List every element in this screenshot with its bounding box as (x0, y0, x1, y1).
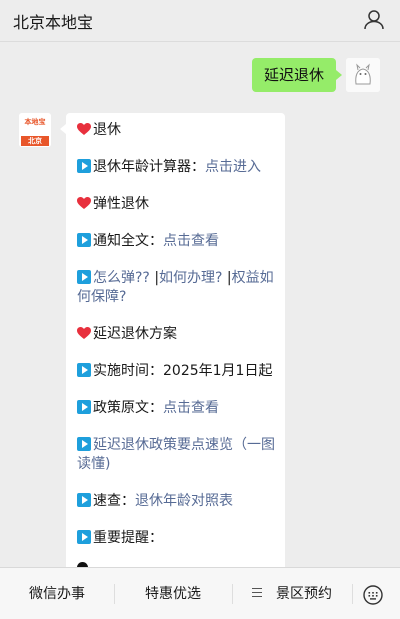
line-label: 退休年龄计算器： (93, 159, 205, 175)
line-label: 重要提醒： (93, 530, 163, 546)
account-avatar-bottom-text: 北京 (28, 137, 42, 145)
line-text: 实施时间：2025年1月1日起 (93, 363, 273, 379)
keyboard-icon[interactable] (362, 584, 384, 606)
play-icon (77, 363, 91, 377)
calculator-link[interactable]: 点击进入 (205, 159, 261, 175)
how-to-apply-link[interactable]: 如何办理? (159, 270, 222, 286)
incoming-message: 退休 退休年龄计算器：点击进入 弹性退休 通知全文：点击查看 怎么弹?? |如何… (66, 113, 285, 583)
heart-icon (77, 197, 91, 210)
play-icon (77, 270, 91, 284)
menu-divider (352, 584, 353, 604)
menu-item-wechat-services[interactable]: 微信办事 (0, 568, 114, 619)
policy-summary-link[interactable]: 延迟退休政策要点速览（一图读懂) (77, 437, 275, 472)
outgoing-message[interactable]: 延迟退休 (251, 58, 343, 92)
age-table-link[interactable]: 退休年龄对照表 (135, 493, 233, 509)
message-line: 政策原文：点击查看 (77, 399, 275, 418)
menu-item-label: 景区预约 (276, 586, 332, 602)
profile-icon[interactable] (362, 8, 386, 32)
menu-item-special-offers[interactable]: 特惠优选 (114, 568, 232, 619)
message-line: 退休年龄计算器：点击进入 (77, 158, 275, 177)
separator: | (149, 270, 160, 286)
message-line: 弹性退休 (77, 195, 275, 214)
section-heading: 延迟退休方案 (93, 326, 177, 342)
message-line: 延迟退休政策要点速览（一图读懂) (77, 436, 275, 474)
separator: | (222, 270, 232, 286)
section-heading: 弹性退休 (93, 196, 149, 212)
bottom-menu: 微信办事 特惠优选 景区预约 (0, 567, 400, 619)
line-label: 通知全文： (93, 233, 163, 249)
play-icon (77, 400, 91, 414)
play-icon (77, 159, 91, 173)
play-icon (77, 530, 91, 544)
line-label: 速查： (93, 493, 135, 509)
notice-link[interactable]: 点击查看 (163, 233, 219, 249)
play-icon (77, 233, 91, 247)
chat-title: 北京本地宝 (13, 13, 94, 32)
how-flexible-link[interactable]: 怎么弹?? (93, 270, 150, 286)
message-line: 实施时间：2025年1月1日起 (77, 362, 275, 381)
user-avatar[interactable] (346, 58, 380, 92)
heart-icon (77, 123, 91, 136)
account-avatar-top-text: 本地宝 (24, 118, 46, 126)
account-avatar[interactable]: 本地宝 北京 (19, 113, 51, 147)
line-label: 政策原文： (93, 400, 163, 416)
submenu-icon (252, 588, 262, 597)
section-heading: 退休 (93, 122, 121, 138)
chat-header: 北京本地宝 (0, 0, 400, 42)
message-line: 退休 (77, 121, 275, 140)
message-line: 速查：退休年龄对照表 (77, 492, 275, 511)
play-icon (77, 493, 91, 507)
policy-text-link[interactable]: 点击查看 (163, 400, 219, 416)
message-line: 怎么弹?? |如何办理? |权益如何保障? (77, 269, 275, 307)
message-line: 重要提醒： (77, 529, 275, 548)
heart-icon (77, 327, 91, 340)
message-line: 延迟退休方案 (77, 325, 275, 344)
play-icon (77, 437, 91, 451)
message-line: 通知全文：点击查看 (77, 232, 275, 251)
menu-item-scenic-booking[interactable]: 景区预约 (232, 568, 352, 619)
